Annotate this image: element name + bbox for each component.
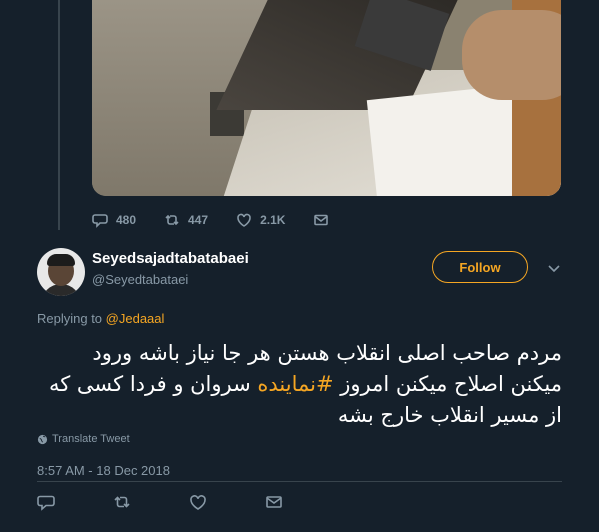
previous-tweet-actions: 480 447 2.1K [92, 210, 365, 230]
avatar[interactable] [37, 248, 85, 296]
follow-button[interactable]: Follow [432, 251, 528, 283]
message-action[interactable] [313, 212, 337, 228]
replying-to: Replying to @Jedaaal [37, 311, 164, 326]
reply-action[interactable]: 480 [92, 212, 136, 228]
message-button[interactable] [265, 493, 283, 511]
embedded-video-thumbnail[interactable] [92, 0, 561, 196]
replying-prefix: Replying to [37, 311, 103, 326]
chevron-down-icon [548, 265, 560, 273]
like-count: 2.1K [260, 213, 286, 227]
author-name[interactable]: Seyedsajadtabatabaei [92, 250, 249, 267]
retweet-action[interactable]: 447 [164, 212, 208, 228]
like-icon [237, 213, 251, 227]
globe-icon [37, 434, 48, 444]
tweet-timestamp[interactable]: 8:57 AM - 18 Dec 2018 [37, 463, 170, 478]
reply-count: 480 [116, 213, 137, 227]
author-handle[interactable]: @Seyedtabataei [92, 272, 188, 287]
like-button[interactable] [189, 493, 207, 511]
retweet-count: 447 [188, 213, 209, 227]
reply-button[interactable] [37, 493, 55, 511]
like-icon [190, 495, 206, 510]
thread-connector-line [58, 0, 60, 230]
tweet-actions [37, 493, 341, 511]
message-icon [266, 496, 282, 508]
translate-tweet-link[interactable]: Translate Tweet [37, 433, 130, 445]
divider [37, 481, 562, 482]
replying-mention-link[interactable]: @Jedaaal [106, 311, 165, 326]
retweet-button[interactable] [113, 493, 131, 511]
retweet-icon [114, 496, 130, 508]
message-icon [314, 214, 329, 226]
reply-icon [37, 495, 55, 511]
like-action[interactable]: 2.1K [236, 212, 285, 228]
tweet-text: مردم صاحب اصلی انقلاب هستن هر جا نیاز با… [37, 338, 562, 431]
translate-label: Translate Tweet [52, 433, 130, 445]
retweet-icon [165, 214, 179, 226]
more-options-button[interactable] [546, 262, 562, 274]
reply-icon [92, 214, 108, 228]
hashtag-link[interactable]: #نماینده [257, 372, 333, 396]
